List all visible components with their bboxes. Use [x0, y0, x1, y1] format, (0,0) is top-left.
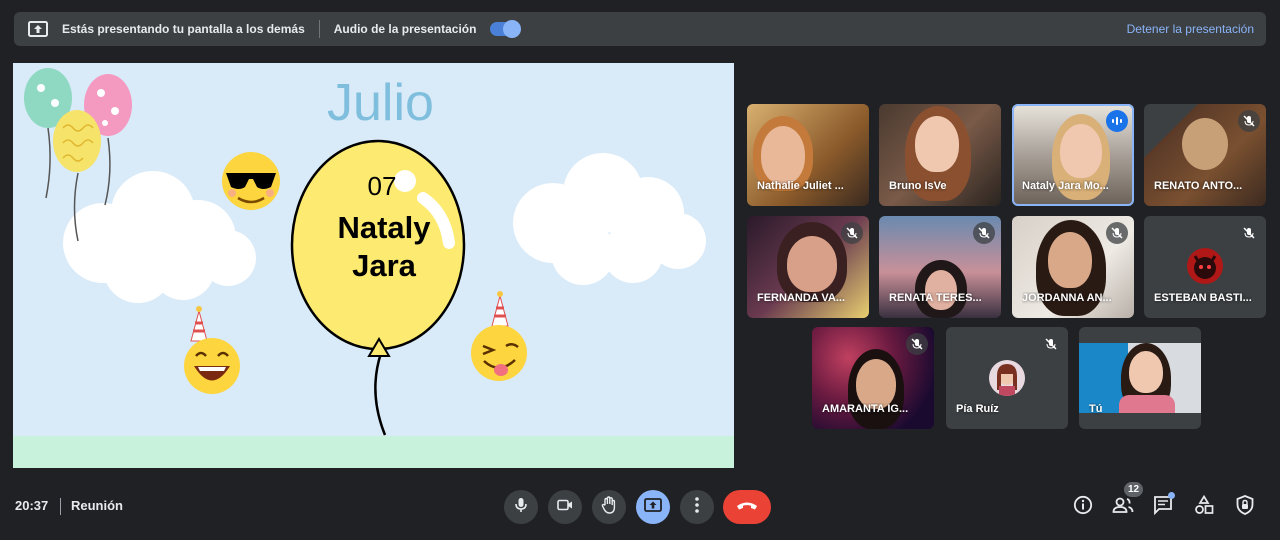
participant-name: JORDANNA AN... — [1022, 292, 1112, 304]
participant-name: AMARANTA IG... — [822, 403, 909, 415]
participant-name: RENATO ANTO... — [1154, 180, 1243, 192]
present-screen-icon — [28, 21, 48, 37]
mic-off-icon — [906, 333, 928, 355]
raise-hand-button[interactable] — [592, 490, 626, 524]
participant-tile[interactable]: JORDANNA AN... — [1012, 216, 1134, 318]
participant-tile[interactable]: FERNANDA VA... — [747, 216, 869, 318]
toggle-knob — [503, 20, 522, 38]
activities-button[interactable] — [1191, 494, 1217, 520]
people-button[interactable] — [1110, 494, 1136, 520]
participant-tile[interactable]: Pía Ruíz — [946, 327, 1068, 429]
info-icon — [1073, 495, 1093, 520]
present-now-button[interactable] — [636, 490, 670, 524]
participant-tile[interactable]: RENATA TERES... — [879, 216, 1001, 318]
participant-name: Tú — [1089, 403, 1103, 415]
participant-tile[interactable]: ESTEBAN BASTI... — [1144, 216, 1266, 318]
mic-off-icon — [1238, 110, 1260, 132]
slide-month-title: Julio — [327, 74, 434, 132]
meeting-title: Reunión — [71, 498, 123, 513]
activities-icon — [1194, 494, 1214, 520]
mic-off-icon — [1106, 222, 1128, 244]
people-icon — [1112, 496, 1134, 519]
self-view-tile[interactable]: Tú — [1079, 327, 1201, 429]
host-controls-icon — [1236, 494, 1254, 520]
mic-off-icon — [841, 222, 863, 244]
stop-presenting-button[interactable]: Detener la presentación — [1127, 22, 1254, 36]
presenting-status-text: Estás presentando tu pantalla a los demá… — [62, 22, 305, 36]
participant-name: ESTEBAN BASTI... — [1154, 292, 1252, 304]
avatar — [989, 360, 1025, 396]
participant-name: FERNANDA VA... — [757, 292, 845, 304]
participant-tile[interactable]: Nathalie Juliet ... — [747, 104, 869, 206]
speaking-icon — [1106, 110, 1128, 132]
host-controls-button[interactable] — [1232, 494, 1258, 520]
meeting-info-button[interactable] — [1070, 494, 1096, 520]
participant-name: Bruno IsVe — [889, 180, 947, 192]
birthday-day: 07 — [367, 171, 397, 201]
participant-tile[interactable]: Nataly Jara Mo... — [1012, 104, 1134, 206]
avatar — [1187, 248, 1223, 284]
participant-name: RENATA TERES... — [889, 292, 982, 304]
participant-count-badge: 12 — [1124, 482, 1144, 497]
microphone-icon — [514, 497, 528, 518]
meeting-clock: 20:37 — [15, 498, 49, 513]
participant-name: Nataly Jara Mo... — [1022, 180, 1109, 192]
birthday-name-line1: Nataly — [337, 210, 431, 245]
birthday-name-line2: Jara — [352, 248, 416, 283]
birthday-name: Nataly Jara — [309, 209, 459, 285]
meeting-controls-bar: 20:37 Reunión 12 — [0, 480, 1280, 540]
participant-name: Pía Ruíz — [956, 403, 999, 415]
present-now-icon — [644, 497, 662, 517]
shared-presentation-slide: Julio 07 Nataly Jara — [13, 63, 734, 468]
presentation-audio-toggle[interactable] — [490, 20, 522, 38]
mic-off-icon — [973, 222, 995, 244]
participant-name: Nathalie Juliet ... — [757, 180, 844, 192]
camera-icon — [557, 498, 573, 516]
chat-notification-dot — [1168, 492, 1175, 499]
mic-off-icon — [1040, 333, 1062, 355]
participant-tile[interactable]: Bruno IsVe — [879, 104, 1001, 206]
more-options-icon — [695, 496, 699, 518]
participant-tile[interactable]: AMARANTA IG... — [812, 327, 934, 429]
presentation-audio-label: Audio de la presentación — [333, 22, 477, 36]
camera-button[interactable] — [548, 490, 582, 524]
mic-off-icon — [1238, 222, 1260, 244]
participant-tile[interactable]: RENATO ANTO... — [1144, 104, 1266, 206]
divider — [318, 20, 320, 38]
divider — [60, 498, 61, 515]
hang-up-icon — [736, 498, 758, 516]
more-options-button[interactable] — [680, 490, 714, 524]
presenting-banner: Estás presentando tu pantalla a los demá… — [14, 12, 1266, 46]
leave-call-button[interactable] — [723, 490, 771, 524]
raise-hand-icon — [601, 495, 617, 519]
microphone-button[interactable] — [504, 490, 538, 524]
